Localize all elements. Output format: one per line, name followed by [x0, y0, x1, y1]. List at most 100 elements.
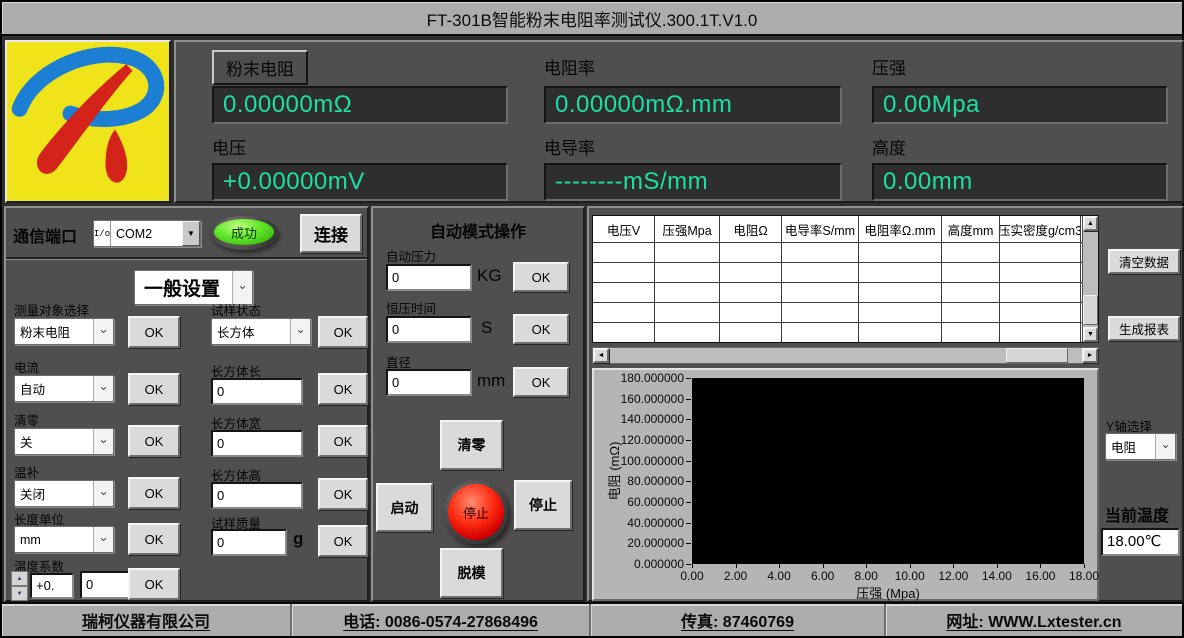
clear-zero-button[interactable]: 清零	[440, 420, 503, 470]
connect-button[interactable]: 连接	[300, 214, 362, 253]
y-tick-label: 60.000000	[596, 495, 684, 509]
sample-state-ok-button[interactable]: OK	[318, 316, 368, 348]
temp-coeff-field-2[interactable]: 0	[80, 571, 133, 599]
hold-time-ok-button[interactable]: OK	[513, 314, 569, 344]
diameter-field[interactable]: 0	[386, 369, 472, 396]
length-unit-ok-button[interactable]: OK	[128, 523, 180, 555]
settings-panel: 通信端口 I/o COM2 ▼ 成功 连接 一般设置 ⌄ 测量对象选择 粉末电阻…	[4, 206, 369, 602]
temp-coeff-field[interactable]: +0.	[30, 573, 74, 599]
y-axis-select-value: 电阻	[1106, 437, 1155, 456]
current-temp-label: 当前温度	[1105, 502, 1169, 526]
settings-mode-value: 一般设置	[135, 274, 232, 301]
table-column-header[interactable]: 电阻率Ω.mm	[859, 216, 942, 242]
chevron-down-icon[interactable]: ⌄	[93, 429, 113, 454]
voltage-display: +0.00000mV	[212, 163, 508, 201]
table-column-header[interactable]: 压实密度g/cm3	[1000, 216, 1081, 242]
vertical-scroll-thumb[interactable]	[1083, 295, 1098, 325]
horizontal-scroll-thumb[interactable]	[1006, 348, 1068, 363]
y-tick-label: 20.000000	[596, 536, 684, 550]
cuboid-length-field[interactable]: 0	[211, 378, 303, 405]
spin-down-icon[interactable]: ▼	[11, 586, 28, 601]
sample-mass-ok-button[interactable]: OK	[318, 525, 368, 557]
table-column-header[interactable]: 高度mm	[942, 216, 1000, 242]
table-row	[593, 263, 1082, 283]
chart: 电阻 (mΩ) 180.000000160.000000140.00000012…	[592, 368, 1099, 601]
emergency-stop-ring: 停止	[444, 480, 508, 544]
cuboid-length-ok-button[interactable]: OK	[318, 373, 368, 405]
cuboid-height-ok-button[interactable]: OK	[318, 478, 368, 510]
conductivity-label: 电导率	[544, 134, 595, 159]
zero-value: 关	[15, 432, 93, 451]
temp-comp-ok-button[interactable]: OK	[128, 477, 180, 509]
generate-report-button[interactable]: 生成报表	[1108, 316, 1180, 341]
table-column-header[interactable]: 电导率S/mm	[782, 216, 859, 242]
x-tick-label: 6.00	[800, 569, 846, 583]
chevron-down-icon[interactable]: ⌄	[93, 481, 113, 506]
x-tick-label: 18.00	[1061, 569, 1107, 583]
cuboid-width-ok-button[interactable]: OK	[318, 425, 368, 457]
sample-state-label: 试样状态	[211, 300, 261, 319]
comm-port-row: 通信端口 I/o COM2 ▼ 成功 连接	[6, 208, 367, 259]
measure-object-select[interactable]: 粉末电阻 ⌄	[14, 318, 114, 345]
zero-ok-button[interactable]: OK	[128, 425, 180, 457]
temp-coeff-ok-button[interactable]: OK	[128, 568, 180, 600]
measure-object-ok-button[interactable]: OK	[128, 316, 180, 348]
table-horizontal-scrollbar[interactable]: ◄ ►	[592, 347, 1099, 364]
clear-data-button[interactable]: 清空数据	[1108, 249, 1180, 274]
com-port-select[interactable]: I/o COM2 ▼	[93, 220, 201, 247]
cuboid-height-field[interactable]: 0	[211, 482, 303, 509]
hold-time-unit: S	[481, 318, 492, 338]
table-row	[593, 303, 1082, 323]
chevron-down-icon[interactable]: ⌄	[290, 319, 310, 344]
zero-select[interactable]: 关 ⌄	[14, 428, 114, 455]
diameter-ok-button[interactable]: OK	[513, 367, 569, 397]
demold-button[interactable]: 脱模	[440, 548, 503, 598]
sample-state-value: 长方体	[212, 322, 290, 341]
hold-time-field[interactable]: 0	[386, 316, 472, 343]
powder-resistance-display: 0.00000mΩ	[212, 86, 508, 124]
x-tick-label: 16.00	[1017, 569, 1063, 583]
table-column-header[interactable]: 电阻Ω	[720, 216, 782, 242]
y-axis-select[interactable]: 电阻 ⌄	[1105, 433, 1176, 460]
stop-button[interactable]: 停止	[514, 480, 572, 530]
current-label: 电流	[14, 357, 39, 376]
data-panel: 电压V压强Mpa电阻Ω电导率S/mm电阻率Ω.mm高度mm压实密度g/cm3 ▲…	[587, 206, 1184, 602]
cuboid-width-field[interactable]: 0	[211, 430, 303, 457]
current-select[interactable]: 自动 ⌄	[14, 375, 114, 402]
title-bar: FT-301B智能粉末电阻率测试仪.300.1T.V1.0	[2, 2, 1182, 36]
scroll-left-icon[interactable]: ◄	[593, 348, 609, 363]
sample-mass-unit: g	[293, 529, 303, 549]
comm-port-label: 通信端口	[13, 223, 77, 247]
sample-mass-field[interactable]: 0	[211, 529, 287, 556]
auto-mode-panel: 自动模式操作 自动压力 0 KG OK 恒压时间 0 S OK 直径 0 mm …	[371, 206, 585, 602]
chevron-down-icon[interactable]: ⌄	[1155, 434, 1175, 459]
auto-pressure-unit: KG	[477, 266, 502, 286]
sample-state-select[interactable]: 长方体 ⌄	[211, 318, 311, 345]
connection-status-led: 成功	[210, 216, 278, 250]
start-button[interactable]: 启动	[376, 483, 433, 532]
auto-pressure-field[interactable]: 0	[386, 264, 472, 291]
scroll-down-icon[interactable]: ▼	[1083, 327, 1098, 342]
y-tick-label: 40.000000	[596, 516, 684, 530]
auto-pressure-ok-button[interactable]: OK	[513, 262, 569, 292]
dropdown-arrow-icon[interactable]: ▼	[182, 221, 200, 246]
powder-resistance-label: 粉末电阻	[212, 50, 308, 85]
temp-coeff-stepper[interactable]: ▲ ▼	[11, 571, 28, 601]
chevron-down-icon[interactable]: ⌄	[93, 527, 113, 552]
temp-comp-label: 温补	[14, 462, 39, 481]
emergency-stop-button[interactable]: 停止	[448, 484, 504, 540]
current-ok-button[interactable]: OK	[128, 373, 180, 405]
table-column-header[interactable]: 电压V	[593, 216, 655, 242]
table-vertical-scrollbar[interactable]: ▲ ▼	[1082, 216, 1098, 342]
spin-up-icon[interactable]: ▲	[11, 571, 28, 586]
scroll-right-icon[interactable]: ►	[1082, 348, 1098, 363]
temp-comp-select[interactable]: 关闭 ⌄	[14, 480, 114, 507]
chevron-down-icon[interactable]: ⌄	[93, 319, 113, 344]
resistivity-label: 电阻率	[544, 54, 595, 79]
table-column-header[interactable]: 压强Mpa	[655, 216, 720, 242]
pressure-label: 压强	[872, 54, 906, 79]
scroll-up-icon[interactable]: ▲	[1083, 216, 1098, 231]
chevron-down-icon[interactable]: ⌄	[93, 376, 113, 401]
footer-fax: 传真: 87460769	[591, 604, 886, 636]
length-unit-select[interactable]: mm ⌄	[14, 526, 114, 553]
